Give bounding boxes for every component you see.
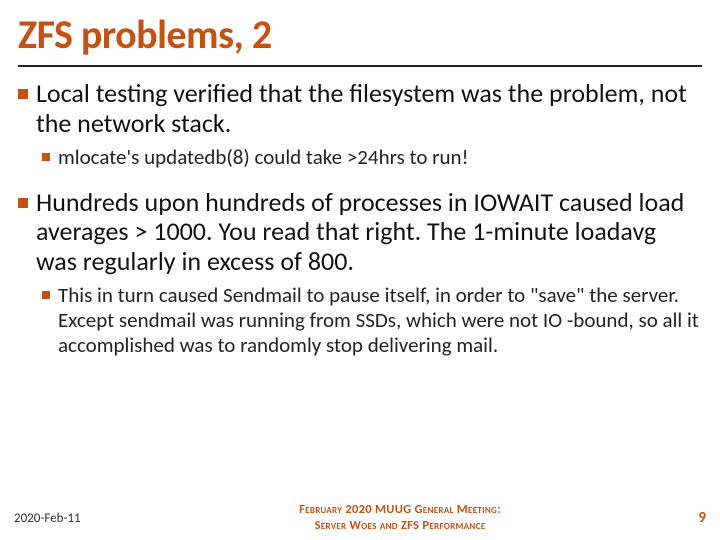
bullet-item: Hundreds upon hundreds of processes in I…	[18, 188, 702, 278]
bullet-text: This in turn caused Sendmail to pause it…	[58, 283, 702, 357]
footer-title-line2: Server Woes and ZFS Performance	[315, 518, 486, 533]
bullet-text: Hundreds upon hundreds of processes in I…	[36, 188, 702, 278]
square-bullet-icon	[18, 198, 28, 208]
slide-title: ZFS problems, 2	[18, 10, 702, 67]
square-bullet-icon	[42, 291, 50, 299]
footer-date: 2020-Feb-11	[14, 511, 134, 526]
footer-page-number: 9	[666, 509, 706, 527]
bullet-text: Local testing verified that the filesyst…	[36, 79, 702, 139]
sub-bullet-item: mlocate's updatedb(8) could take >24hrs …	[42, 145, 702, 170]
slide-footer: 2020-Feb-11 February 2020 MUUG General M…	[0, 496, 720, 540]
bullet-item: Local testing verified that the filesyst…	[18, 79, 702, 139]
sub-bullet-item: This in turn caused Sendmail to pause it…	[42, 283, 702, 357]
slide: ZFS problems, 2 Local testing verified t…	[0, 0, 720, 540]
square-bullet-icon	[42, 153, 50, 161]
footer-title-line1: February 2020 MUUG General Meeting:	[299, 502, 501, 517]
slide-content: Local testing verified that the filesyst…	[18, 79, 702, 358]
footer-title: February 2020 MUUG General Meeting: Serv…	[134, 502, 666, 533]
bullet-text: mlocate's updatedb(8) could take >24hrs …	[58, 145, 702, 170]
square-bullet-icon	[18, 89, 28, 99]
